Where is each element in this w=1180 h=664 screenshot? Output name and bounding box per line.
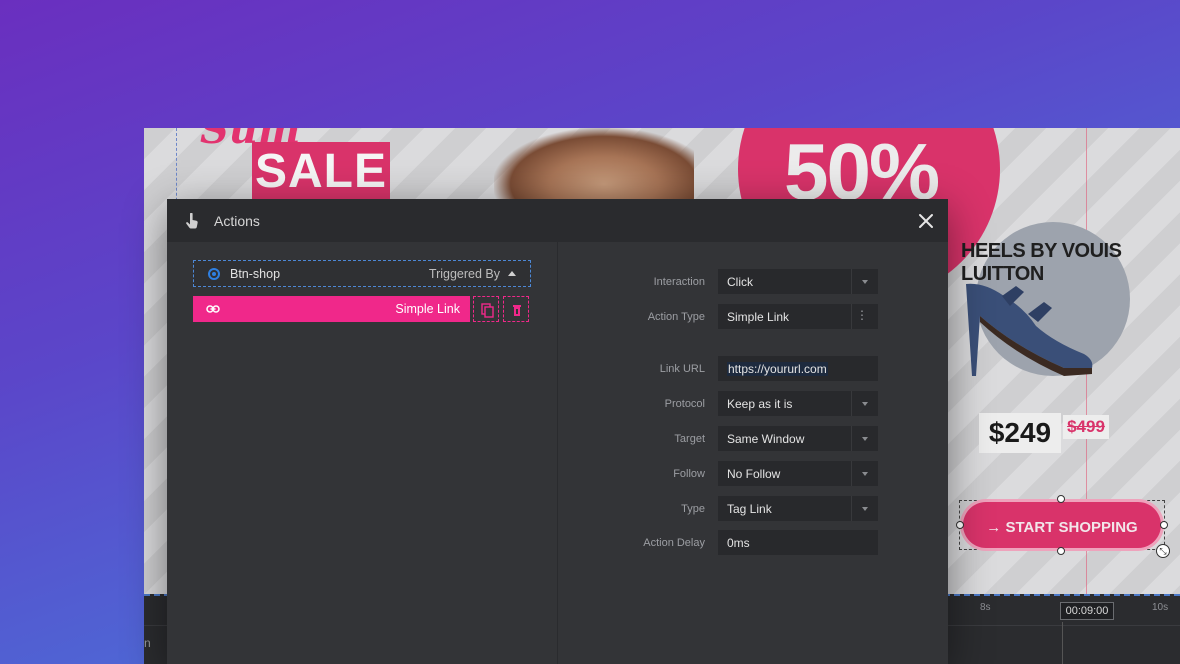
target-value: Same Window bbox=[727, 432, 805, 446]
resize-handle[interactable] bbox=[956, 521, 964, 529]
trigger-layer-name: Btn-shop bbox=[230, 267, 281, 281]
chevron-down-icon[interactable] bbox=[862, 507, 868, 511]
dialog-header: Actions bbox=[167, 199, 948, 242]
field-separator bbox=[851, 496, 852, 521]
action-type-select[interactable]: Simple Link ⋮ bbox=[718, 304, 878, 329]
field-separator bbox=[851, 426, 852, 451]
protocol-select[interactable]: Keep as it is bbox=[718, 391, 878, 416]
start-shopping-button[interactable]: → START SHOPPING bbox=[960, 499, 1164, 551]
actions-dialog: Actions Btn-shop Triggered By Simple Lin… bbox=[167, 199, 948, 664]
resize-handle[interactable] bbox=[1057, 495, 1065, 503]
resize-icon[interactable]: ⤡ bbox=[1156, 544, 1170, 558]
protocol-value: Keep as it is bbox=[727, 397, 793, 411]
more-vertical-icon[interactable]: ⋮ bbox=[856, 308, 868, 322]
resize-handle[interactable] bbox=[1057, 547, 1065, 555]
link-url-value[interactable]: https://yoururl.com bbox=[727, 362, 828, 376]
action-type-value: Simple Link bbox=[727, 310, 790, 324]
type-select[interactable]: Tag Link bbox=[718, 496, 878, 521]
action-delay-label: Action Delay bbox=[643, 537, 705, 549]
layer-label: n bbox=[144, 636, 151, 650]
interaction-value: Click bbox=[727, 275, 753, 289]
action-label: Simple Link bbox=[395, 302, 460, 316]
field-separator bbox=[851, 461, 852, 486]
current-time[interactable]: 00:09:00 bbox=[1060, 602, 1114, 620]
action-delay-input[interactable]: 0ms bbox=[718, 530, 878, 555]
copy-icon bbox=[481, 303, 494, 318]
panel-divider bbox=[557, 242, 558, 664]
actions-list-panel: Btn-shop Triggered By Simple Link bbox=[167, 242, 557, 664]
trigger-row[interactable]: Btn-shop Triggered By bbox=[193, 260, 531, 287]
ruler-label: 10s bbox=[1152, 602, 1169, 613]
chevron-down-icon[interactable] bbox=[862, 280, 868, 284]
delete-action-button[interactable] bbox=[503, 296, 529, 322]
link-icon bbox=[206, 305, 220, 313]
field-separator bbox=[851, 391, 852, 416]
triggered-by-label[interactable]: Triggered By bbox=[429, 267, 500, 281]
radio-selected-icon[interactable] bbox=[208, 268, 220, 280]
playhead[interactable] bbox=[1062, 622, 1063, 664]
follow-value: No Follow bbox=[727, 467, 781, 481]
chevron-down-icon[interactable] bbox=[862, 437, 868, 441]
field-separator bbox=[851, 304, 852, 329]
old-price: $499 bbox=[1063, 415, 1109, 439]
interaction-select[interactable]: Click bbox=[718, 269, 878, 294]
interaction-label: Interaction bbox=[653, 276, 705, 288]
type-label: Type bbox=[681, 503, 705, 515]
chevron-down-icon[interactable] bbox=[862, 472, 868, 476]
protocol-label: Protocol bbox=[664, 398, 705, 410]
dialog-title: Actions bbox=[214, 213, 260, 229]
caret-up-icon[interactable] bbox=[508, 271, 516, 276]
trash-icon bbox=[513, 305, 521, 316]
field-separator bbox=[851, 269, 852, 294]
chevron-down-icon[interactable] bbox=[862, 402, 868, 406]
price: $249 bbox=[979, 413, 1061, 453]
follow-select[interactable]: No Follow bbox=[718, 461, 878, 486]
action-delay-value[interactable]: 0ms bbox=[727, 536, 750, 550]
touch-hand-icon bbox=[186, 213, 198, 229]
link-url-input[interactable]: https://yoururl.com bbox=[718, 356, 878, 381]
product-title: HEELS BY VOUIS LUITTON bbox=[961, 240, 1122, 285]
duplicate-action-button[interactable] bbox=[473, 296, 499, 322]
target-select[interactable]: Same Window bbox=[718, 426, 878, 451]
action-type-label: Action Type bbox=[647, 311, 705, 323]
target-label: Target bbox=[674, 433, 705, 445]
action-item-simple-link[interactable]: Simple Link bbox=[193, 296, 470, 322]
sale-tag: SALE bbox=[252, 142, 390, 200]
model-photo bbox=[494, 128, 694, 208]
follow-label: Follow bbox=[673, 468, 705, 480]
resize-handle[interactable] bbox=[1160, 521, 1168, 529]
link-url-label: Link URL bbox=[659, 363, 705, 375]
type-value: Tag Link bbox=[727, 502, 772, 516]
close-icon[interactable] bbox=[916, 211, 936, 231]
ruler-label: 8s bbox=[980, 602, 991, 613]
